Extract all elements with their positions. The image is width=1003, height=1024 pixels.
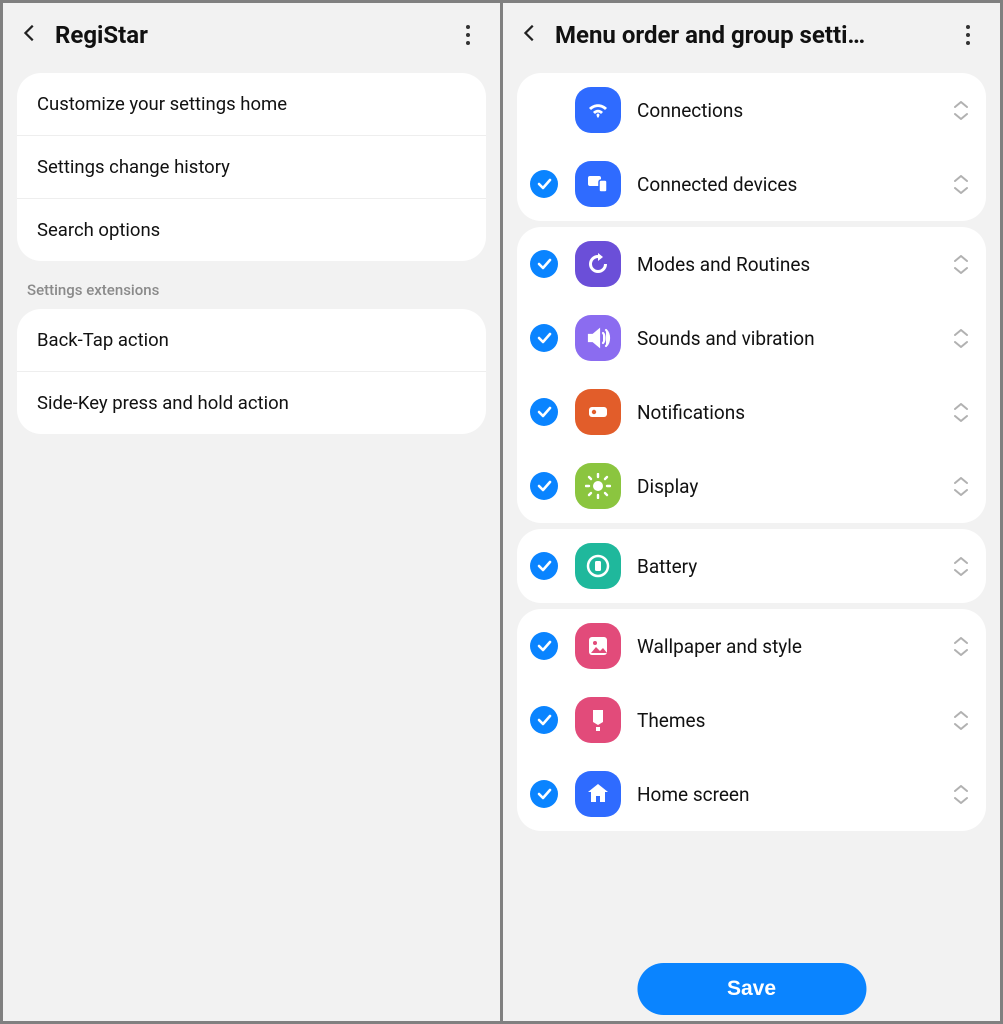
reorder-list: Connections Connected devices Modes and Ro… [503, 67, 1000, 1021]
main-menu-card: Customize your settings home Settings ch… [17, 73, 486, 261]
wifi-icon [575, 87, 621, 133]
settings-group: Modes and Routines Sounds and vibration No… [517, 227, 986, 523]
settings-group: Battery [517, 529, 986, 603]
settings-group: Connections Connected devices [517, 73, 986, 221]
settings-item[interactable]: Home screen [517, 757, 986, 831]
settings-item[interactable]: Themes [517, 683, 986, 757]
more-icon[interactable] [456, 25, 480, 45]
item-label: Battery [637, 555, 936, 578]
settings-item[interactable]: Wallpaper and style [517, 609, 986, 683]
back-icon[interactable] [519, 22, 541, 48]
menu-back-tap[interactable]: Back-Tap action [17, 309, 486, 372]
item-label: Modes and Routines [637, 253, 936, 276]
checkbox[interactable] [529, 552, 559, 580]
page-title: RegiStar [55, 21, 442, 49]
checkbox[interactable] [529, 472, 559, 500]
menu-side-key[interactable]: Side-Key press and hold action [17, 372, 486, 434]
menu-change-history[interactable]: Settings change history [17, 136, 486, 199]
item-label: Connected devices [637, 173, 936, 196]
reorder-handle[interactable] [952, 173, 970, 195]
settings-item[interactable]: Sounds and vibration [517, 301, 986, 375]
more-icon[interactable] [956, 25, 980, 45]
checkbox[interactable] [529, 706, 559, 734]
item-label: Notifications [637, 401, 936, 424]
settings-item[interactable]: Modes and Routines [517, 227, 986, 301]
brush-icon [575, 697, 621, 743]
checkbox[interactable] [529, 398, 559, 426]
reorder-handle[interactable] [952, 555, 970, 577]
page-title: Menu order and group setti… [555, 21, 942, 49]
settings-item[interactable]: Connections [517, 73, 986, 147]
reorder-handle[interactable] [952, 635, 970, 657]
settings-item[interactable]: Notifications [517, 375, 986, 449]
checkbox[interactable] [529, 780, 559, 808]
checkbox[interactable] [529, 170, 559, 198]
item-label: Wallpaper and style [637, 635, 936, 658]
item-label: Display [637, 475, 936, 498]
reorder-handle[interactable] [952, 327, 970, 349]
header: RegiStar [3, 3, 500, 67]
checkbox[interactable] [529, 632, 559, 660]
settings-item[interactable]: Display [517, 449, 986, 523]
checkbox[interactable] [529, 250, 559, 278]
home-icon [575, 771, 621, 817]
settings-item[interactable]: Battery [517, 529, 986, 603]
checkbox[interactable] [529, 324, 559, 352]
reorder-handle[interactable] [952, 783, 970, 805]
settings-group: Wallpaper and style Themes Home screen [517, 609, 986, 831]
menu-order-screen: Menu order and group setti… ConnectionsC… [503, 3, 1000, 1021]
battery-icon [575, 543, 621, 589]
settings-item[interactable]: Connected devices [517, 147, 986, 221]
menu-customize-home[interactable]: Customize your settings home [17, 73, 486, 136]
image-icon [575, 623, 621, 669]
reorder-handle[interactable] [952, 709, 970, 731]
item-label: Connections [637, 99, 936, 122]
reorder-handle[interactable] [952, 475, 970, 497]
section-label-extensions: Settings extensions [3, 267, 500, 303]
header: Menu order and group setti… [503, 3, 1000, 67]
back-icon[interactable] [19, 22, 41, 48]
item-label: Home screen [637, 783, 936, 806]
refresh-icon [575, 241, 621, 287]
save-button[interactable]: Save [637, 963, 866, 1015]
reorder-handle[interactable] [952, 401, 970, 423]
item-label: Sounds and vibration [637, 327, 936, 350]
reorder-handle[interactable] [952, 253, 970, 275]
reorder-handle[interactable] [952, 99, 970, 121]
devices-icon [575, 161, 621, 207]
notif-icon [575, 389, 621, 435]
extensions-card: Back-Tap action Side-Key press and hold … [17, 309, 486, 434]
registar-screen: RegiStar Customize your settings home Se… [3, 3, 500, 1021]
sound-icon [575, 315, 621, 361]
item-label: Themes [637, 709, 936, 732]
sun-icon [575, 463, 621, 509]
menu-search-options[interactable]: Search options [17, 199, 486, 261]
